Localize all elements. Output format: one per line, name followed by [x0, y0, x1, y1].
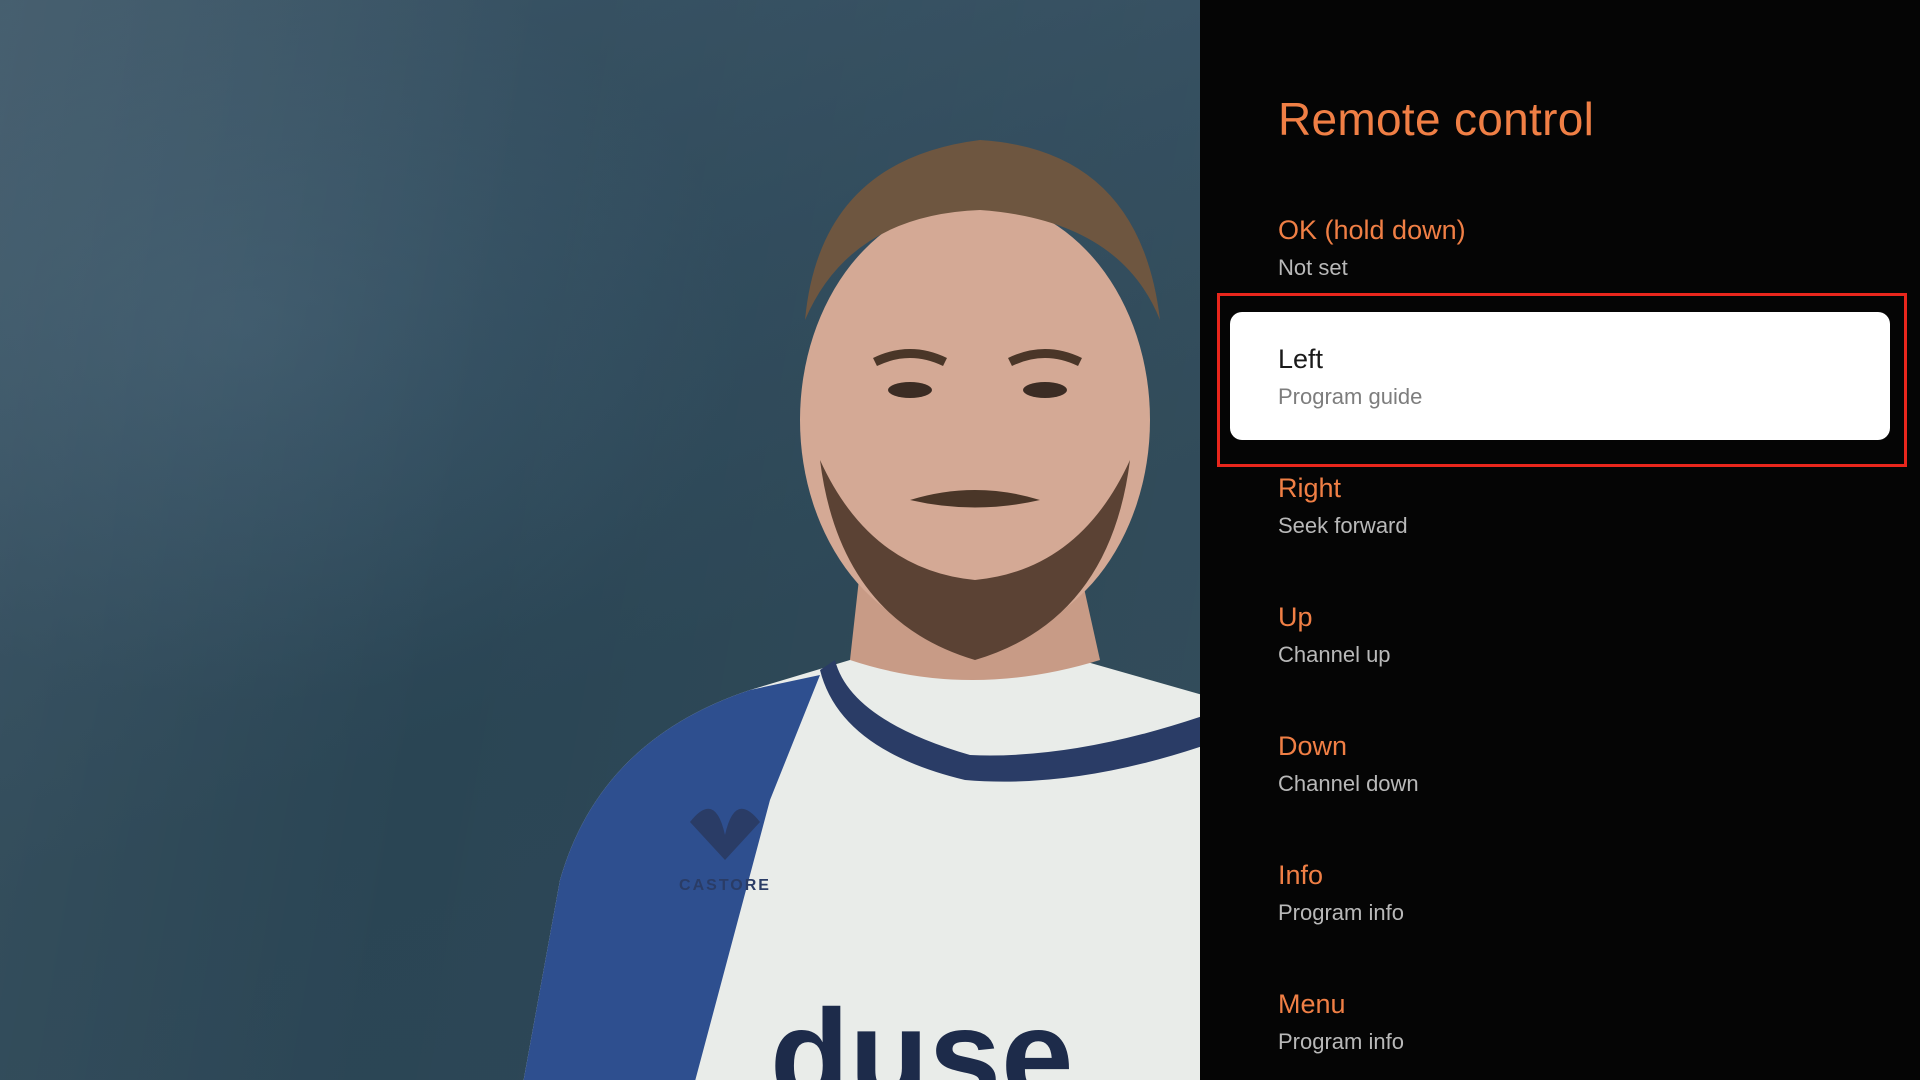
tv-screen: CASTORE duse Remote control OK (hold dow… — [0, 0, 1920, 1080]
setting-item-menu[interactable]: Menu Program info — [1278, 987, 1404, 1059]
setting-label: Left — [1278, 344, 1324, 374]
setting-label: OK (hold down) — [1278, 215, 1466, 245]
setting-value: Program guide — [1278, 384, 1423, 409]
setting-label: Info — [1278, 860, 1324, 890]
setting-label: Up — [1278, 602, 1313, 632]
setting-value: Channel down — [1278, 771, 1419, 796]
setting-value: Not set — [1278, 255, 1348, 280]
setting-item-right[interactable]: Right Seek forward — [1278, 471, 1408, 543]
svg-text:CASTORE: CASTORE — [679, 877, 771, 894]
setting-item-ok-hold[interactable]: OK (hold down) Not set — [1278, 213, 1466, 285]
svg-text:duse: duse — [770, 982, 1073, 1080]
video-frame-player-image: CASTORE duse — [520, 100, 1200, 1080]
setting-item-left[interactable]: Left Program guide — [1230, 312, 1890, 440]
setting-value: Seek forward — [1278, 513, 1408, 538]
setting-value: Program info — [1278, 900, 1404, 925]
setting-item-up[interactable]: Up Channel up — [1278, 600, 1391, 672]
setting-label: Right — [1278, 473, 1342, 503]
setting-value: Program info — [1278, 1029, 1404, 1054]
remote-control-panel: Remote control OK (hold down) Not set Le… — [1200, 0, 1920, 1080]
video-player: CASTORE duse — [0, 0, 1200, 1080]
panel-title: Remote control — [1278, 93, 1595, 145]
setting-label: Menu — [1278, 989, 1346, 1019]
setting-item-down[interactable]: Down Channel down — [1278, 729, 1419, 801]
setting-label: Down — [1278, 731, 1348, 761]
setting-value: Channel up — [1278, 642, 1391, 667]
setting-item-info[interactable]: Info Program info — [1278, 858, 1404, 930]
